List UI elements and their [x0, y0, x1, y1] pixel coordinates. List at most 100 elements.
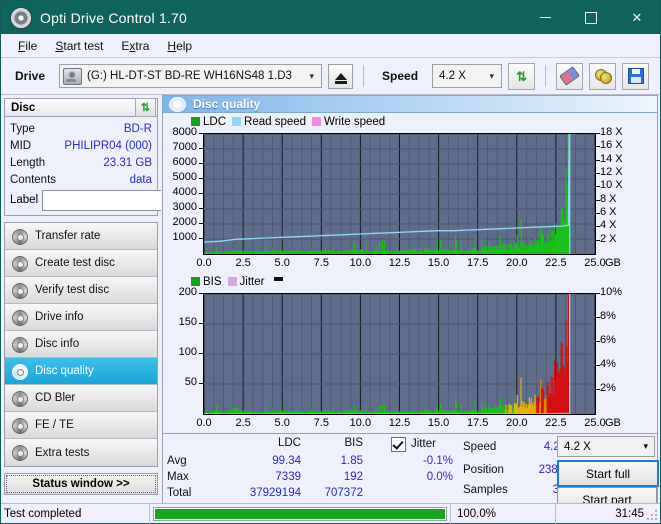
y-axis-tick [199, 223, 203, 224]
disc-icon [11, 309, 28, 326]
y2-axis-tick [596, 293, 600, 294]
legend-label-ldc: LDC [203, 115, 227, 128]
y-axis-tick-label: 150 [178, 316, 197, 328]
y-axis-tick-label: 6000 [172, 156, 197, 168]
y2-axis-tick [596, 146, 600, 148]
test-speed-select[interactable]: 4.2 X ▾ [557, 436, 655, 457]
disc-row-type: Type BD-R [10, 120, 152, 137]
y2-axis-tick-label: 10 X [600, 179, 623, 192]
test-nav-list: Transfer rate Create test disc Verify te… [4, 222, 158, 467]
y-axis-tick [199, 353, 203, 354]
position-stat-label: Position [463, 464, 504, 476]
drive-icon [63, 67, 83, 85]
sidebar-item-label: Create test disc [35, 257, 115, 269]
bis-jitter-chart[interactable]: 50 100 150 200 2% 4% 6% 8% 10% 0.0 2.5 5.0 7.5 10.0 12… [163, 286, 657, 433]
ldc-read-speed-chart[interactable]: 1000 2000 3000 4000 5000 6000 7000 8000 2 X4 X6 … [163, 126, 657, 273]
y-axis-tick [199, 208, 203, 209]
refresh-button[interactable]: ⇅ [508, 62, 536, 90]
y-axis-tick [199, 293, 203, 294]
y-axis-tick [199, 133, 203, 134]
save-button[interactable] [622, 62, 650, 90]
menu-extra[interactable]: Extra [112, 36, 158, 56]
y-axis-tick [199, 383, 203, 384]
sidebar-item-cd-bler[interactable]: CD Bler [5, 385, 157, 412]
status-window-button[interactable]: Status window >> [4, 473, 158, 495]
x-axis-tick-label: 7.5 [313, 257, 329, 269]
disc-panel-title: Disc [11, 101, 36, 114]
y-axis-tick-label: 5000 [172, 171, 197, 183]
legend-item-jitter: Jitter [227, 276, 264, 288]
sidebar-item-label: Extra tests [35, 446, 90, 459]
x-axis-tick-label: 5.0 [274, 417, 290, 429]
start-full-button[interactable]: Start full [557, 460, 659, 487]
y-axis-tick [199, 163, 203, 164]
eraser-icon [559, 66, 580, 86]
y2-axis-tick-label: 8 X [600, 192, 617, 205]
maximize-button[interactable] [568, 1, 614, 34]
x-axis-tick-label: 15.0 [427, 257, 450, 269]
sidebar-item-extra-tests[interactable]: Extra tests [5, 439, 157, 466]
stats-max-ldc: 7339 [275, 471, 301, 483]
toolbar-divider-2 [545, 65, 547, 87]
disc-panel-header: Disc ⇅ [4, 98, 158, 117]
status-message: Test completed [4, 507, 82, 520]
disc-row-mid: MID PHILIPR04 (000) [10, 137, 152, 154]
x-axis-tick-label: 20.0 [506, 257, 528, 269]
disc-row-type-key: Type [10, 122, 35, 135]
chevron-down-icon: ▾ [643, 441, 648, 451]
sidebar-item-drive-info[interactable]: Drive info [5, 304, 157, 331]
refresh-icon: ⇅ [516, 68, 527, 84]
legend-item-write-speed: Write speed [312, 116, 385, 128]
y2-axis-tick-label: 2% [600, 382, 616, 394]
jitter-checkbox[interactable] [391, 437, 406, 452]
y2-axis-tick-label: 10% [600, 286, 623, 298]
menu-help[interactable]: Help [158, 36, 201, 56]
y2-axis-tick-label: 4% [600, 358, 616, 370]
y2-axis-tick [596, 239, 600, 241]
x-axis-tick-label: 0.0 [196, 257, 212, 269]
y2-axis-tick [596, 213, 600, 214]
disc-label-row: Label [10, 189, 248, 211]
sidebar-item-verify-test-disc[interactable]: Verify test disc [5, 277, 157, 304]
legend-swatch-ldc [191, 117, 200, 126]
disc-row-contents-value: data [129, 173, 152, 186]
speed-select[interactable]: 4.2 X ▾ [432, 64, 503, 88]
erase-button[interactable] [556, 62, 584, 90]
disc-refresh-button[interactable]: ⇅ [135, 98, 156, 117]
close-button[interactable]: ✕ [614, 1, 660, 34]
disc-icon [11, 445, 28, 461]
sidebar-item-fe-te[interactable]: FE / TE [5, 412, 157, 439]
minimize-button[interactable] [522, 1, 568, 34]
menu-start-test[interactable]: Start test [46, 36, 112, 56]
sidebar-item-label: Verify test disc [35, 284, 110, 296]
x-axis-tick-label: 2.5 [235, 257, 251, 269]
drive-label: Drive [15, 69, 46, 83]
disc-row-contents: Contents data [10, 171, 152, 188]
sidebar-item-label: Disc info [35, 338, 80, 350]
sidebar-item-label: FE / TE [35, 419, 74, 431]
plot-svg [204, 134, 595, 254]
sidebar-item-disc-quality[interactable]: Disc quality [5, 358, 157, 385]
y-axis-tick-label: 100 [178, 346, 197, 358]
sidebar-item-disc-info[interactable]: Disc info [5, 331, 157, 358]
y2-axis-tick-label: 18 X [600, 126, 623, 138]
sidebar-item-create-test-disc[interactable]: Create test disc [5, 250, 157, 277]
stats-max-jitter: 0.0% [426, 471, 453, 483]
maximize-icon [585, 11, 597, 24]
resize-grip-icon[interactable] [647, 510, 658, 521]
y2-axis-tick [596, 365, 600, 366]
x-axis-tick-label: 7.5 [313, 417, 329, 429]
y-axis-tick-label: 2000 [172, 216, 197, 228]
drive-select[interactable]: (G:) HL-DT-ST BD-RE WH16NS48 1.D3 ▾ [59, 64, 323, 88]
y2-axis-tick [596, 226, 600, 228]
menu-file[interactable]: File [9, 36, 46, 56]
sidebar-item-transfer-rate[interactable]: Transfer rate [5, 223, 157, 250]
y2-axis-tick [596, 199, 600, 201]
x-axis-tick-label: 22.5 [545, 257, 567, 269]
x-axis-tick-label: 17.5 [466, 417, 489, 429]
y-axis-tick [199, 148, 203, 149]
bottom-chart-legend: BIS Jitter [163, 273, 657, 290]
progress-track [153, 506, 447, 521]
disc-tools-button[interactable] [589, 62, 617, 90]
eject-button[interactable] [328, 63, 354, 89]
